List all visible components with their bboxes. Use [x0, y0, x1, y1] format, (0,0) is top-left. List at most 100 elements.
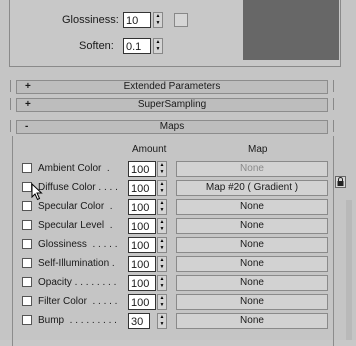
amount-input[interactable]: 100 [128, 161, 156, 177]
rollout-edge [331, 98, 334, 110]
rollout-title: SuperSampling [137, 99, 207, 110]
map-enable-checkbox[interactable] [22, 163, 32, 173]
map-row-opacity: Opacity . . . . . . . . 100 ▲ ▼ None [0, 274, 356, 292]
spinner-down-icon[interactable]: ▼ [158, 169, 166, 176]
map-row-specular-level: Specular Level . 100 ▲ ▼ None [0, 217, 356, 235]
glossiness-map-button[interactable] [174, 13, 188, 27]
map-row-self-illumination: Self-Illumination . 100 ▲ ▼ None [0, 255, 356, 273]
amount-input[interactable]: 100 [128, 199, 156, 215]
map-label: Ambient Color . [38, 163, 110, 174]
amount-spinner[interactable]: ▲ ▼ [157, 294, 167, 310]
map-column-header: Map [248, 144, 268, 155]
map-enable-checkbox[interactable] [22, 277, 32, 287]
amount-input[interactable]: 100 [128, 275, 156, 291]
spinner-down-icon[interactable]: ▼ [158, 245, 166, 252]
map-label: Diffuse Color . . . . [38, 182, 118, 193]
spinner-down-icon[interactable]: ▼ [158, 302, 166, 309]
map-enable-checkbox[interactable] [22, 258, 32, 268]
collapse-minus-icon: - [25, 121, 29, 132]
map-enable-checkbox[interactable] [22, 220, 32, 230]
expand-plus-icon: + [25, 81, 31, 92]
material-editor-panel: Glossiness: 10 ▲ ▼ Soften: 0.1 ▲ ▼ + Ext… [0, 0, 356, 346]
expand-plus-icon: + [25, 99, 31, 110]
spinner-up-icon[interactable]: ▲ [158, 162, 166, 169]
map-enable-checkbox[interactable] [22, 296, 32, 306]
amount-input[interactable]: 100 [128, 180, 156, 196]
spinner-up-icon[interactable]: ▲ [158, 219, 166, 226]
spinner-up-icon[interactable]: ▲ [154, 39, 162, 46]
amount-spinner[interactable]: ▲ ▼ [157, 237, 167, 253]
map-label: Opacity . . . . . . . . [38, 277, 117, 288]
map-slot-button[interactable]: None [176, 275, 328, 291]
rollout-title: Maps [159, 121, 185, 132]
map-label: Glossiness . . . . . [38, 239, 118, 250]
rollout-supersampling[interactable]: + SuperSampling [16, 98, 328, 112]
spinner-up-icon[interactable]: ▲ [158, 181, 166, 188]
map-slot-button[interactable]: None [176, 161, 328, 177]
amount-spinner[interactable]: ▲ ▼ [157, 275, 167, 291]
spinner-up-icon[interactable]: ▲ [158, 314, 166, 321]
spinner-up-icon[interactable]: ▲ [154, 13, 162, 20]
map-slot-button[interactable]: None [176, 294, 328, 310]
glossiness-input[interactable]: 10 [123, 12, 151, 28]
map-slot-button[interactable]: None [176, 256, 328, 272]
soften-label: Soften: [79, 40, 114, 52]
map-row-ambient-color: Ambient Color . 100 ▲ ▼ None [0, 160, 356, 178]
spinner-down-icon[interactable]: ▼ [158, 283, 166, 290]
map-row-filter-color: Filter Color . . . . . 100 ▲ ▼ None [0, 293, 356, 311]
map-label: Self-Illumination . [38, 258, 115, 269]
rollout-edge [10, 98, 13, 110]
lock-icon[interactable] [335, 176, 346, 188]
amount-spinner[interactable]: ▲ ▼ [157, 256, 167, 272]
soften-input[interactable]: 0.1 [123, 38, 151, 54]
spinner-down-icon[interactable]: ▼ [154, 20, 162, 27]
map-row-diffuse-color: Diffuse Color . . . . 100 ▲ ▼ Map #20 ( G… [0, 179, 356, 197]
spinner-up-icon[interactable]: ▲ [158, 257, 166, 264]
amount-input[interactable]: 100 [128, 294, 156, 310]
spinner-up-icon[interactable]: ▲ [158, 200, 166, 207]
spinner-down-icon[interactable]: ▼ [154, 46, 162, 53]
amount-input[interactable]: 30 [128, 313, 150, 329]
map-label: Filter Color . . . . . [38, 296, 118, 307]
glossiness-spinner[interactable]: ▲ ▼ [153, 12, 163, 28]
spinner-up-icon[interactable]: ▲ [158, 295, 166, 302]
map-slot-button[interactable]: None [176, 199, 328, 215]
rollout-edge [10, 80, 13, 92]
map-slot-button[interactable]: None [176, 237, 328, 253]
amount-spinner[interactable]: ▲ ▼ [157, 218, 167, 234]
amount-column-header: Amount [132, 144, 167, 155]
soften-spinner[interactable]: ▲ ▼ [153, 38, 163, 54]
amount-input[interactable]: 100 [128, 237, 156, 253]
map-row-bump: Bump . . . . . . . . . 30 ▲ ▼ None [0, 312, 356, 330]
map-enable-checkbox[interactable] [22, 315, 32, 325]
rollout-extended-parameters[interactable]: + Extended Parameters [16, 80, 328, 94]
spinner-down-icon[interactable]: ▼ [158, 188, 166, 195]
mouse-pointer-icon [31, 183, 43, 201]
panel-scrollbar[interactable] [346, 200, 352, 340]
rollout-title: Extended Parameters [123, 81, 221, 92]
spinner-down-icon[interactable]: ▼ [158, 321, 166, 328]
amount-spinner[interactable]: ▲ ▼ [157, 161, 167, 177]
map-slot-button[interactable]: None [176, 218, 328, 234]
amount-spinner[interactable]: ▲ ▼ [157, 180, 167, 196]
lock-icon-glyph [337, 177, 344, 186]
amount-input[interactable]: 100 [128, 256, 156, 272]
map-label: Specular Color . [38, 201, 113, 212]
map-label: Bump . . . . . . . . . [38, 315, 117, 326]
amount-input[interactable]: 100 [128, 218, 156, 234]
map-slot-button[interactable]: None [176, 313, 328, 329]
spinner-down-icon[interactable]: ▼ [158, 264, 166, 271]
amount-spinner[interactable]: ▲ ▼ [157, 313, 167, 329]
map-slot-button[interactable]: Map #20 ( Gradient ) [176, 180, 328, 196]
spinner-up-icon[interactable]: ▲ [158, 276, 166, 283]
amount-spinner[interactable]: ▲ ▼ [157, 199, 167, 215]
rollout-maps[interactable]: - Maps [16, 120, 328, 134]
map-enable-checkbox[interactable] [22, 201, 32, 211]
spinner-down-icon[interactable]: ▼ [158, 207, 166, 214]
map-row-glossiness: Glossiness . . . . . 100 ▲ ▼ None [0, 236, 356, 254]
spinner-up-icon[interactable]: ▲ [158, 238, 166, 245]
map-enable-checkbox[interactable] [22, 239, 32, 249]
map-label: Specular Level . [38, 220, 113, 231]
self-illum-color-swatch[interactable] [243, 0, 339, 60]
spinner-down-icon[interactable]: ▼ [158, 226, 166, 233]
